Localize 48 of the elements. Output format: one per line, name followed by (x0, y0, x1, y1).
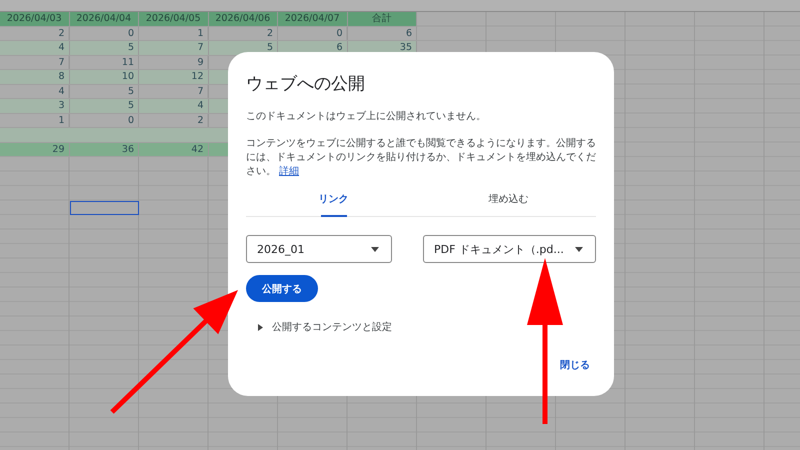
dropdown[interactable]: 2026_01 (246, 235, 392, 263)
table-cell: 5 (70, 41, 139, 54)
table-cell: 9 (139, 56, 208, 69)
table-cell: 7 (139, 41, 208, 54)
table-cell: 0 (70, 26, 139, 40)
table-cell: 8 (0, 70, 70, 84)
tab[interactable]: 埋め込む (421, 185, 596, 216)
table-cell: 4 (139, 99, 208, 112)
column-header: 合計 (348, 12, 417, 26)
caret-icon (575, 246, 583, 252)
table-cell: 3 (0, 99, 70, 112)
table-cell: 4 (0, 84, 70, 98)
column-header: 2026/04/05 (139, 12, 208, 26)
tab[interactable]: リンク (246, 185, 421, 216)
dialog-title: ウェブへの公開 (246, 73, 366, 95)
column-header: 2026/04/06 (208, 12, 278, 26)
table-cell: 12 (139, 70, 208, 84)
table-cell: 2 (208, 26, 278, 40)
table-cell: 4 (0, 41, 70, 54)
settings-expander[interactable]: 公開するコンテンツと設定 (258, 320, 392, 334)
table-cell: 5 (70, 99, 139, 112)
table-cell: 29 (0, 142, 70, 156)
table-cell: 2 (0, 26, 70, 40)
status-text: このドキュメントはウェブ上に公開されていません。 (246, 110, 487, 123)
publish-button[interactable]: 公開する (246, 275, 318, 302)
table-cell: 1 (0, 114, 70, 127)
close-button[interactable]: 閉じる (554, 356, 596, 374)
table-cell: 10 (70, 70, 139, 84)
table-cell: 7 (139, 84, 208, 98)
column-header: 2026/04/03 (0, 12, 70, 26)
table-cell: 36 (70, 142, 139, 156)
table-cell: 11 (70, 56, 139, 69)
table-cell: 0 (70, 114, 139, 127)
table-cell: 0 (278, 26, 348, 40)
caret-icon (371, 246, 379, 252)
selected-cell[interactable] (70, 200, 139, 215)
table-cell: 5 (70, 84, 139, 98)
table-cell: 1 (139, 26, 208, 40)
table-cell: 7 (0, 56, 70, 69)
caret-icon (258, 324, 263, 330)
table-cell: 6 (348, 26, 417, 40)
table-cell: 2 (139, 114, 208, 127)
dropdown[interactable]: PDF ドキュメント（.pd... (423, 235, 596, 263)
column-header: 2026/04/04 (70, 12, 139, 26)
details-link[interactable]: 詳細 (279, 166, 299, 177)
description-text: コンテンツをウェブに公開すると誰でも閲覧できるようになります。公開するには、ドキュメントのリンクを貼り付けるか、ドキュメントを埋め込んでください。 詳細 (246, 137, 596, 179)
table-cell: 42 (139, 142, 208, 156)
column-header: 2026/04/07 (278, 12, 348, 26)
